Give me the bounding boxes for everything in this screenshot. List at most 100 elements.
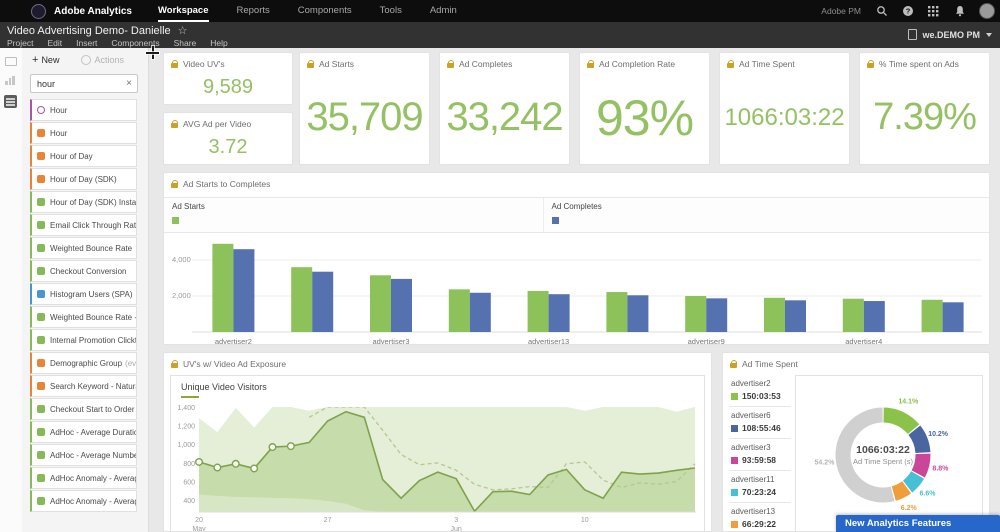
components-panel-icon[interactable] <box>4 95 17 108</box>
user-avatar[interactable] <box>979 3 995 19</box>
legend-ad-completes[interactable]: Ad Completes <box>544 198 924 232</box>
component-item[interactable]: Search Keyword - Natural <box>30 375 137 397</box>
donut-legend-row[interactable]: advertiser6108:55:46 <box>729 407 791 439</box>
bar-ad-completes[interactable] <box>706 298 727 332</box>
panels-icon[interactable] <box>5 57 17 66</box>
donut-legend-row[interactable]: advertiser1170:23:24 <box>729 471 791 503</box>
new-analytics-features-banner[interactable]: New Analytics Features <box>836 515 1000 532</box>
tab-components[interactable]: Components <box>298 0 352 22</box>
bar-ad-starts[interactable] <box>291 267 312 332</box>
kpi-card-ad-completes[interactable]: Ad Completes 33,242 <box>439 52 570 165</box>
menu-share[interactable]: Share <box>174 38 197 48</box>
component-item[interactable]: Hour of Day (SDK) Instances <box>30 191 137 213</box>
bar-ad-completes[interactable] <box>233 249 254 332</box>
bar-ad-starts[interactable] <box>528 291 549 332</box>
donut-slice-advertiser6[interactable] <box>914 430 923 452</box>
donut-chart-box: 14.1%10.2%8.8%6.6%6.2%54.2% 1066:03:22 A… <box>795 375 983 532</box>
data-point-marker[interactable] <box>269 444 276 451</box>
menu-insert[interactable]: Insert <box>76 38 97 48</box>
bar-ad-starts[interactable] <box>212 244 233 332</box>
data-point-marker[interactable] <box>232 461 239 468</box>
legend-ad-starts[interactable]: Ad Starts <box>164 198 544 232</box>
favorite-star-icon[interactable]: ☆ <box>178 24 188 37</box>
bar-ad-starts[interactable] <box>843 299 864 332</box>
menu-help[interactable]: Help <box>210 38 227 48</box>
bar-ad-completes[interactable] <box>864 301 885 332</box>
tab-workspace[interactable]: Workspace <box>158 0 209 22</box>
bar-ad-starts[interactable] <box>922 300 943 332</box>
donut-legend-row[interactable]: advertiser1366:29:22 <box>729 503 791 532</box>
component-item[interactable]: Weighted Bounce Rate - Nab <box>30 306 137 328</box>
component-item[interactable]: Demographic Group(evar1) <box>30 352 137 374</box>
bar-ad-completes[interactable] <box>470 293 491 332</box>
component-item[interactable]: Hour of Day <box>30 145 137 167</box>
data-point-marker[interactable] <box>251 465 258 472</box>
notifications-bell-icon[interactable] <box>953 5 966 18</box>
component-item[interactable]: AdHoc - Average Number of M... <box>30 444 137 466</box>
donut-slice-advertiser3[interactable] <box>918 454 923 474</box>
component-item[interactable]: AdHoc Anomaly - Average Nu... <box>30 490 137 512</box>
clear-search-icon[interactable]: × <box>126 78 132 89</box>
apps-grid-icon[interactable] <box>927 5 940 18</box>
kpi-card-avg-ad-per-video[interactable]: AVG Ad per Video 3.72 <box>163 112 293 165</box>
bar-ad-completes[interactable] <box>943 302 964 332</box>
donut-slice-advertiser11[interactable] <box>908 475 918 486</box>
component-item[interactable]: Histogram Users (SPA) <box>30 283 137 305</box>
component-item[interactable]: AdHoc - Average Duration (Da... <box>30 421 137 443</box>
bar-ad-starts[interactable] <box>685 296 706 332</box>
data-point-marker[interactable] <box>196 459 203 466</box>
component-item[interactable]: AdHoc Anomaly - Average Dur... <box>30 467 137 489</box>
bar-ad-completes[interactable] <box>785 300 806 332</box>
visualizations-icon[interactable] <box>5 76 16 85</box>
bar-ad-starts[interactable] <box>370 275 391 332</box>
kpi-card-ad-time-spent[interactable]: Ad Time Spent 1066:03:22 <box>719 52 850 165</box>
search-input[interactable] <box>31 79 126 89</box>
component-item[interactable]: Weighted Bounce Rate <box>30 237 137 259</box>
adobe-experience-cloud-logo[interactable] <box>31 4 46 19</box>
component-item[interactable]: Hour <box>30 99 137 121</box>
bar-ad-completes[interactable] <box>627 295 648 332</box>
report-suite-selector[interactable]: we.DEMO PM <box>908 29 992 40</box>
component-item[interactable]: Internal Promotion Clickthrou... <box>30 329 137 351</box>
data-point-marker[interactable] <box>288 443 295 450</box>
lock-icon <box>447 63 454 68</box>
donut-legend-row[interactable]: advertiser2150:03:53 <box>729 375 791 407</box>
kpi-card-ad-completion-rate[interactable]: Ad Completion Rate 93% <box>579 52 710 165</box>
kpi-card-pct-time-on-ads[interactable]: % Time spent on Ads 7.39% <box>859 52 990 165</box>
donut-slice-advertiser13[interactable] <box>894 487 907 493</box>
donut-legend-row[interactable]: advertiser393:59:58 <box>729 439 791 471</box>
area-chart-legend[interactable]: Unique Video Visitors <box>181 382 267 398</box>
menu-edit[interactable]: Edit <box>47 38 62 48</box>
component-item[interactable]: Checkout Conversion <box>30 260 137 282</box>
bar-ad-starts[interactable] <box>606 292 627 332</box>
metric-icon <box>37 267 45 275</box>
legend-name: advertiser2 <box>731 379 791 388</box>
kpi-card-ad-starts[interactable]: Ad Starts 35,709 <box>299 52 430 165</box>
tab-tools[interactable]: Tools <box>380 0 402 22</box>
bar-ad-completes[interactable] <box>391 279 412 332</box>
kpi-card-video-uvs[interactable]: Video UV's 9,589 <box>163 52 293 105</box>
legend-value: 66:29:22 <box>742 519 776 529</box>
component-item[interactable]: Hour of Day (SDK) <box>30 168 137 190</box>
data-point-marker[interactable] <box>214 464 221 471</box>
component-item[interactable]: Checkout Start to Order Conve... <box>30 398 137 420</box>
bar-ad-starts[interactable] <box>449 289 470 332</box>
color-swatch <box>731 457 738 464</box>
search-icon[interactable] <box>875 5 888 18</box>
new-component-button[interactable]: +New <box>32 54 59 66</box>
donut-slice-Other[interactable] <box>843 415 893 495</box>
bar-ad-starts[interactable] <box>764 298 785 332</box>
actions-button[interactable]: Actions <box>81 55 124 65</box>
help-icon[interactable]: ? <box>901 5 914 18</box>
component-item[interactable]: Hour <box>30 122 137 144</box>
component-item[interactable]: Email Click Through Rate <box>30 214 137 236</box>
tab-admin[interactable]: Admin <box>430 0 457 22</box>
menu-components[interactable]: Components <box>111 38 159 48</box>
component-label: AdHoc Anomaly - Average Nu... <box>50 497 137 506</box>
tab-reports[interactable]: Reports <box>237 0 270 22</box>
bar-ad-completes[interactable] <box>549 294 570 332</box>
component-suffix: (evar1) <box>125 359 137 368</box>
donut-slice-advertiser2[interactable] <box>884 415 914 429</box>
menu-project[interactable]: Project <box>7 38 33 48</box>
bar-ad-completes[interactable] <box>312 272 333 332</box>
